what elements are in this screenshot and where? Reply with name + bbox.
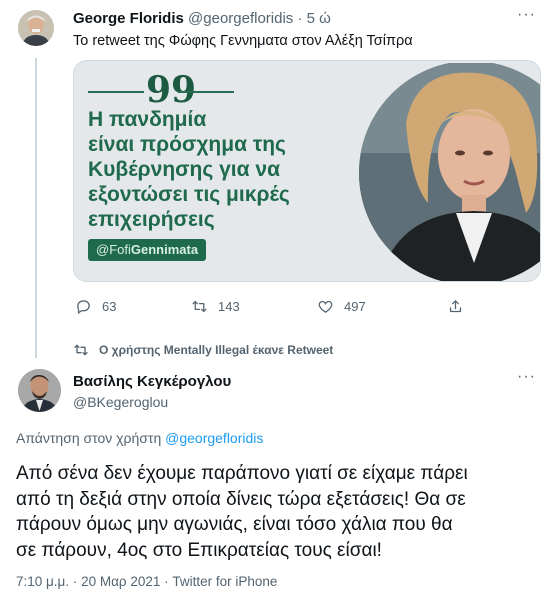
body-line: Από σένα δεν έχουμε παράπονο γιατί σε εί… [16, 463, 468, 484]
tweet-header: George Floridis @georgefloridis · 5 ώ [73, 10, 331, 27]
reply-count: 63 [102, 299, 117, 314]
media-card[interactable]: 99 Η πανδημία είναι πρόσχημα της Κυβέρνη… [73, 60, 541, 282]
retweet-icon [192, 300, 207, 313]
avatar-george-floridis[interactable] [18, 10, 54, 46]
thread-connector-line [35, 58, 37, 358]
tag-suffix: Gennimata [130, 242, 199, 257]
tweet-text: Το retweet της Φώφης Γεννηματα στον Αλέξ… [73, 33, 413, 49]
share-icon [449, 300, 462, 313]
retweet-count: 143 [218, 299, 240, 314]
card-headline: Η πανδημία είναι πρόσχημα της Κυβέρνησης… [88, 107, 348, 232]
body-line: πάρουν όμως μην αγωνιάς, είναι τόσο χάλι… [16, 514, 453, 535]
body-line: σε πάρουν, 4ος στο Επικρατείας τους είσα… [16, 539, 382, 561]
divider-rule [88, 91, 144, 93]
tweet-actions: 63 143 497 [73, 298, 493, 320]
reply-mention-link[interactable]: @georgefloridis [165, 430, 263, 446]
reply-context: Απάντηση στον χρήστη @georgefloridis [16, 430, 263, 446]
reply-icon [77, 300, 90, 315]
share-button[interactable] [447, 298, 464, 315]
like-count: 497 [344, 299, 366, 314]
reply-button[interactable]: 63 [75, 298, 116, 315]
tweet-body: Από σένα δεν έχουμε παράπονο γιατί σε εί… [16, 461, 541, 563]
tag-prefix: @Fofi [96, 242, 131, 257]
author-handle[interactable]: @georgefloridis [188, 10, 293, 27]
retweet-button[interactable]: 143 [191, 298, 240, 315]
retweet-notice-text: Ο χρήστης Mentally Illegal έκανε Retweet [99, 343, 334, 357]
headline-line: επιχειρήσεις [88, 208, 215, 231]
author-name[interactable]: Βασίλης Κεγκέρογλου [73, 373, 231, 390]
tweet-time[interactable]: 5 ώ [307, 10, 331, 27]
retweet-notice[interactable]: Ο χρήστης Mentally Illegal έκανε Retweet [73, 342, 333, 358]
tweet-timestamp[interactable]: 7:10 μ.μ. · 20 Μαρ 2021 · Twitter for iP… [16, 574, 277, 589]
headline-line: Κυβέρνησης για να [88, 158, 280, 181]
more-icon[interactable]: ··· [517, 368, 536, 386]
avatar-vasilis-kegkeroglou[interactable] [18, 369, 61, 412]
like-button[interactable]: 497 [317, 298, 366, 315]
author-handle[interactable]: @BKegeroglou [73, 394, 168, 410]
headline-line: είναι πρόσχημα της [88, 133, 286, 156]
headline-line: Η πανδημία [88, 108, 207, 131]
author-name[interactable]: George Floridis [73, 10, 184, 27]
divider-rule [178, 91, 234, 93]
card-tag: @FofiGennimata [88, 239, 207, 261]
body-line: από τη δεξιά στην οποία δίνεις τώρα εξετ… [16, 488, 466, 510]
reply-prefix: Απάντηση στον χρήστη [16, 430, 162, 446]
like-icon [318, 300, 333, 313]
headline-line: εξοντώσει τις μικρές [88, 183, 290, 206]
quote-mark-icon: 99 [146, 69, 197, 111]
more-icon[interactable]: ··· [517, 6, 536, 24]
portrait-photo [359, 63, 540, 281]
separator-dot: · [297, 10, 303, 27]
card-image: 99 Η πανδημία είναι πρόσχημα της Κυβέρνη… [74, 61, 540, 281]
retweet-icon [74, 344, 88, 356]
